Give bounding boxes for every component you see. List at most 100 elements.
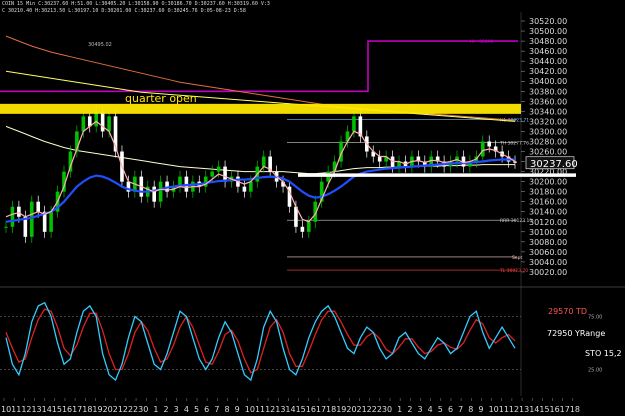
y-tick-label: 30460.00	[529, 47, 567, 56]
candle-body	[216, 166, 221, 172]
x-tick-label: 11	[11, 405, 21, 414]
y-tick-label: 30500.00	[529, 27, 567, 36]
y-tick-label: 30020.00	[529, 268, 567, 277]
candle-body	[152, 186, 156, 202]
x-tick-label: 11	[499, 405, 509, 414]
magenta-level-label: Hi - 30490	[470, 39, 494, 45]
y-tick-label: 30520.00	[529, 17, 567, 26]
candle-body	[261, 156, 266, 167]
chart[interactable]: 30020.0030040.0030060.0030080.0030100.00…	[0, 0, 625, 416]
oscillator-ref-label: 25.00	[588, 368, 602, 374]
x-tick-label: 0	[387, 405, 392, 414]
x-tick-label: 13	[275, 405, 285, 414]
x-tick-label: 15	[296, 405, 306, 414]
x-tick-label: 9	[478, 405, 483, 414]
y-tick-label: 30280.00	[529, 137, 567, 146]
x-tick-label: 7	[214, 405, 219, 414]
y-tick-label: 30360.00	[529, 97, 567, 106]
x-tick-label: 8	[468, 405, 473, 414]
y-tick-label: 30120.00	[529, 218, 567, 227]
x-tick-label: 1	[153, 405, 158, 414]
x-tick-label: 17	[72, 405, 82, 414]
x-tick-label: 12	[265, 405, 275, 414]
candle-body	[249, 181, 253, 192]
x-tick-label: 16	[62, 405, 72, 414]
y-tick-label: 30420.00	[529, 67, 567, 76]
x-tick-label: 18	[326, 405, 336, 414]
y-tick-label: 30340.00	[529, 107, 567, 116]
oscillator-text-label: STO 15,2	[585, 349, 622, 358]
x-tick-label: 20	[103, 405, 113, 414]
x-tick-label: 12	[509, 405, 519, 414]
y-tick-label: 30180.00	[529, 188, 567, 197]
x-tick-label: 8	[224, 405, 229, 414]
x-tick-label: 3	[174, 405, 179, 414]
candle-body	[100, 111, 105, 132]
x-tick-label: 0	[143, 405, 148, 414]
magenta-level-line	[0, 40, 518, 93]
x-tick-label: 12	[21, 405, 31, 414]
oscillator-ref-label: 75.00	[588, 315, 602, 321]
candle-body	[29, 201, 34, 237]
x-tick-label: 4	[184, 405, 189, 414]
y-tick-label: 30440.00	[529, 57, 567, 66]
x-tick-label: 23	[133, 405, 143, 414]
x-tick-label: 13	[31, 405, 41, 414]
x-tick-label: 14	[529, 405, 539, 414]
x-tick-label: 15	[539, 405, 549, 414]
x-tick-label: 5	[438, 405, 443, 414]
candle-body	[4, 226, 8, 228]
x-tick-label: 10	[1, 405, 11, 414]
candle-body	[352, 116, 356, 132]
x-tick-label: 2	[164, 405, 169, 414]
level-label: Sept	[512, 255, 522, 261]
y-tick-label: 30160.00	[529, 198, 567, 207]
y-tick-label: 30140.00	[529, 208, 567, 217]
x-tick-label: 21	[357, 405, 367, 414]
y-tick-label: 30200.00	[529, 178, 567, 187]
x-tick-label: 22	[123, 405, 133, 414]
candle-body	[210, 171, 214, 177]
candle-body	[487, 141, 492, 147]
oscillator-text-label: 72950 YRange	[547, 329, 605, 338]
stoch-k-line	[5, 301, 516, 382]
y-tick-label: 30040.00	[529, 258, 567, 267]
time-axis: 10 11 12 13 14 15 16 17 18 19 20 21 22 23 0 1 2 3 4 5 6 7 8 9 10…	[1, 398, 580, 414]
x-tick-label: 20	[346, 405, 356, 414]
oscillator-text-label: 29570 TD	[548, 307, 587, 316]
x-tick-label: 13	[519, 405, 529, 414]
y-tick-label: 30260.00	[529, 148, 567, 157]
y-tick-label: 30060.00	[529, 248, 567, 257]
candle-body	[36, 201, 41, 212]
x-tick-label: 9	[235, 405, 240, 414]
x-tick-label: 14	[285, 405, 295, 414]
candle-body	[242, 186, 247, 192]
candle-body	[10, 206, 15, 227]
candle-body	[17, 206, 21, 217]
x-tick-label: 6	[204, 405, 209, 414]
x-tick-label: 21	[113, 405, 123, 414]
x-tick-label: 3	[417, 405, 422, 414]
y-tick-label: 30380.00	[529, 87, 567, 96]
level-label: RRR 30123.10	[500, 218, 532, 224]
quarter-open-label: quarter open	[125, 92, 197, 105]
x-tick-label: 2	[407, 405, 412, 414]
x-tick-label: 17	[316, 405, 326, 414]
candle-body	[223, 166, 227, 182]
x-tick-label: 10	[489, 405, 499, 414]
candle-body	[49, 211, 53, 232]
x-tick-label: 11	[255, 405, 265, 414]
x-tick-label: 19	[336, 405, 346, 414]
y-tick-label: 30480.00	[529, 37, 567, 46]
candle-body	[158, 181, 163, 202]
x-tick-label: 15	[52, 405, 62, 414]
x-tick-label: 1	[397, 405, 402, 414]
x-tick-label: 19	[92, 405, 102, 414]
oscillator-panel: 75.00 25.00 29570 TD 72950 YRange STO 15,2	[0, 301, 622, 382]
candle-body	[480, 141, 485, 157]
x-tick-label: 22	[367, 405, 377, 414]
candle-body	[81, 116, 86, 132]
candle-body	[307, 221, 311, 232]
blue-ma-line	[5, 158, 515, 223]
y-tick-label: 30100.00	[529, 228, 567, 237]
